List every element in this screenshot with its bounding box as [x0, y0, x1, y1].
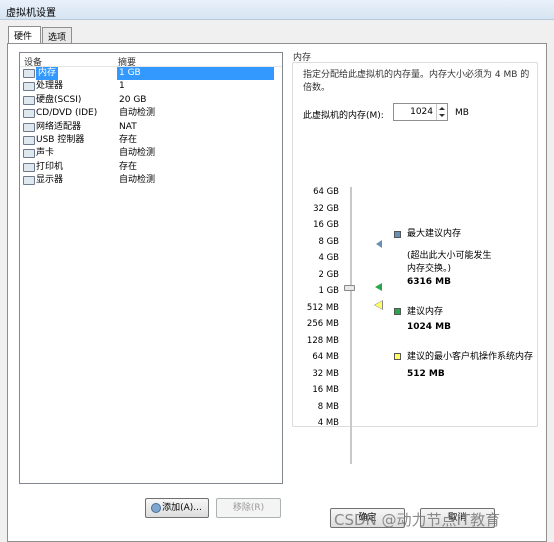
memory-input-label: 此虚拟机的内存(M):: [303, 111, 384, 121]
tab-hardware[interactable]: 硬件: [8, 26, 41, 43]
sound-card-icon: [23, 149, 35, 159]
scale-label: 64 MB: [312, 352, 339, 362]
remove-button[interactable]: 移除(R): [216, 498, 281, 518]
memory-slider-track[interactable]: [350, 187, 352, 464]
device-row-cd-dvd[interactable]: CD/DVD (IDE) 自动检测: [20, 107, 282, 120]
device-summary: 20 GB: [119, 94, 147, 105]
device-row-network-adapter[interactable]: 网络适配器 NAT: [20, 121, 282, 134]
memory-description: 指定分配给此虚拟机的内存量。内存大小必须为 4 MB 的倍数。: [303, 70, 530, 93]
max-recommended-value: 6316 MB: [407, 277, 451, 287]
printer-icon: [23, 162, 35, 172]
spinner-up-icon[interactable]: [439, 107, 445, 110]
device-name: 处理器: [36, 81, 64, 92]
hard-disk-icon: [23, 95, 35, 105]
memory-group: 指定分配给此虚拟机的内存量。内存大小必须为 4 MB 的倍数。 此虚拟机的内存(…: [292, 62, 538, 464]
device-summary: 存在: [119, 134, 138, 145]
device-summary: NAT: [119, 121, 137, 132]
recommended-value: 1024 MB: [407, 322, 451, 332]
max-recommended-marker-icon: [376, 240, 382, 248]
device-row-display[interactable]: 显示器 自动检测: [20, 174, 282, 187]
memory-size-value: 1024: [410, 107, 433, 117]
device-row-memory[interactable]: 内存 1 GB: [20, 67, 282, 81]
device-name: USB 控制器: [36, 134, 85, 145]
max-recommended-swatch: [394, 231, 401, 238]
add-button[interactable]: 添加(A)...: [145, 498, 209, 518]
scale-label: 8 GB: [318, 236, 339, 247]
device-name: 打印机: [36, 161, 64, 172]
device-summary: 自动检测: [119, 175, 156, 186]
device-rows: 内存 1 GB 处理器 1 硬盘(SCSI) 20 GB CD/DVD (IDE…: [20, 67, 282, 188]
title-bar: 虚拟机设置: [0, 0, 554, 20]
scale-label: 8 MB: [317, 401, 339, 412]
scale-label: 64 GB: [313, 187, 339, 197]
device-summary: 1: [119, 81, 125, 92]
device-summary: 自动检测: [119, 108, 156, 119]
scale-label: 256 MB: [306, 319, 339, 329]
memory-unit: MB: [455, 108, 469, 118]
window-title: 虚拟机设置: [6, 8, 56, 19]
min-recommended-label: 建议的最小客户机操作系统内存: [407, 352, 534, 362]
scale-label: 4 MB: [317, 418, 339, 428]
memory-size-input[interactable]: 1024: [393, 103, 448, 121]
device-row-sound-card[interactable]: 声卡 自动检测: [20, 147, 282, 160]
network-adapter-icon: [23, 122, 35, 132]
max-recommended-label: 最大建议内存: [407, 229, 462, 239]
display-icon: [23, 176, 35, 186]
device-name: 声卡: [36, 148, 55, 159]
scale-label: 16 GB: [313, 220, 339, 230]
device-summary: 1 GB: [117, 67, 274, 81]
device-list-header: 设备 摘要: [20, 53, 282, 68]
device-row-processor[interactable]: 处理器 1: [20, 80, 282, 93]
recommended-marker-icon: [375, 283, 382, 291]
recommended-swatch: [394, 308, 401, 315]
tab-options[interactable]: 选项: [42, 27, 72, 43]
device-row-hard-disk[interactable]: 硬盘(SCSI) 20 GB: [20, 94, 282, 107]
cd-dvd-icon: [23, 109, 35, 119]
scale-label: 32 MB: [312, 368, 339, 379]
recommended-label: 建议内存: [407, 307, 444, 317]
scale-label: 16 MB: [312, 385, 339, 395]
device-summary: 自动检测: [119, 148, 156, 159]
scale-label: 4 GB: [318, 253, 339, 263]
device-name: CD/DVD (IDE): [36, 108, 98, 119]
device-list: 设备 摘要 内存 1 GB 处理器 1 硬盘(SCSI) 20 GB CD/DV…: [19, 52, 283, 484]
min-recommended-value: 512 MB: [407, 369, 445, 379]
min-recommended-swatch: [394, 353, 401, 360]
device-name: 显示器: [36, 175, 64, 186]
processor-icon: [23, 82, 35, 92]
memory-icon: [23, 69, 35, 78]
usb-controller-icon: [23, 135, 35, 145]
ok-button[interactable]: 确定: [330, 508, 405, 528]
device-row-usb-controller[interactable]: USB 控制器 存在: [20, 134, 282, 147]
spinner-down-icon[interactable]: [439, 114, 445, 117]
memory-spinner[interactable]: [436, 104, 447, 120]
dialog-body: 硬件 选项 设备 摘要 内存 1 GB 处理器 1 硬盘(SCSI) 20 GB…: [0, 20, 554, 542]
max-recommended-note: (超出此大小可能发生内存交换。): [407, 251, 492, 274]
min-marker-icon: [375, 301, 382, 309]
scale-label: 128 MB: [306, 335, 339, 346]
cancel-button[interactable]: 取消: [420, 508, 495, 528]
device-name: 网络适配器: [36, 121, 82, 132]
scale-label: 2 GB: [318, 269, 339, 280]
scale-label: 512 MB: [306, 302, 339, 313]
scale-label: 1 GB: [318, 286, 339, 296]
device-row-printer[interactable]: 打印机 存在: [20, 161, 282, 174]
scale-label: 32 GB: [313, 203, 339, 214]
add-hardware-icon: [151, 503, 161, 513]
device-name: 硬盘(SCSI): [36, 94, 82, 105]
memory-slider-thumb[interactable]: [344, 285, 355, 291]
hardware-panel: 设备 摘要 内存 1 GB 处理器 1 硬盘(SCSI) 20 GB CD/DV…: [7, 43, 547, 542]
device-name: 内存: [36, 67, 59, 81]
device-summary: 存在: [119, 161, 138, 172]
